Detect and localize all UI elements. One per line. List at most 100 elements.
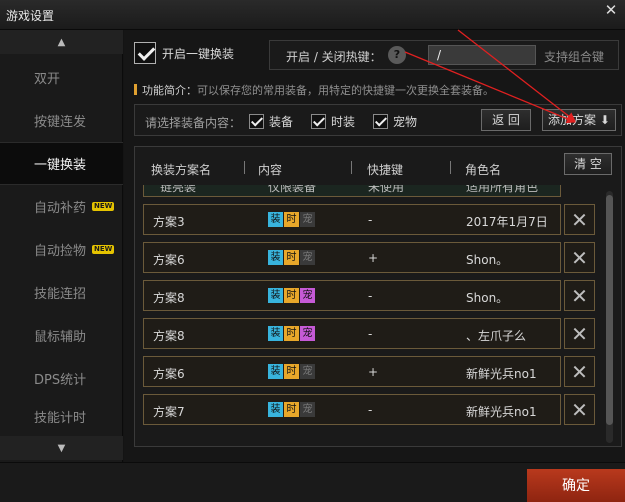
sidebar-scroll-up-icon[interactable]: ▲ [0, 30, 123, 54]
table-row[interactable]: 方案8 装时宠 - 、左爪子么 [143, 318, 561, 349]
sidebar-item-label: 技能连招 [34, 287, 87, 302]
help-icon[interactable]: ? [388, 46, 406, 64]
table-row[interactable]: 方案8 装时宠 - Shon。 [143, 280, 561, 311]
main-panel: 开启一键换装 开启 / 关闭热键： ? 支持组合键 功能简介：可以保存您的常用装… [124, 30, 625, 462]
row-role: Shon。 [466, 291, 509, 305]
add-plan-button[interactable]: 添加方案 ⬇ [542, 109, 616, 131]
table-row[interactable]: 方案6 装时宠 + Shon。 [143, 242, 561, 273]
table-row[interactable]: 方案7 装时宠 - 新鲜光兵no1 [143, 394, 561, 425]
tag-chong: 宠 [300, 402, 315, 417]
sidebar-item-key-repeat[interactable]: 按键连发 [0, 99, 123, 142]
plan-list: 换装方案名 内容 快捷键 角色名 清 空 链亮装 仅限装备 未使用 适用所有角色… [134, 146, 622, 447]
sidebar-item-label: 自动捡物 [34, 244, 87, 259]
row-role: 适用所有角色 [466, 185, 539, 194]
filter-option-pet[interactable]: 宠物 [373, 113, 417, 130]
sidebar-item-dps-stats[interactable]: DPS统计 [0, 357, 123, 400]
enable-quick-swap[interactable]: 开启一键换装 [134, 42, 234, 64]
tag-shi: 时 [284, 250, 299, 265]
tag-zhuang: 装 [268, 364, 283, 379]
hotkey-note: 支持组合键 [544, 50, 605, 64]
delete-row-button[interactable]: ✕ [564, 356, 595, 387]
download-arrow-icon: ⬇ [599, 113, 610, 127]
row-name: 方案6 [153, 253, 185, 267]
hotkey-settings: 开启 / 关闭热键： ? 支持组合键 [269, 40, 619, 70]
sidebar-item-quick-swap[interactable]: 一键换装 [0, 142, 123, 185]
table-row[interactable]: 方案3 装时宠 - 2017年1月7日 [143, 204, 561, 235]
equip-filter-label: 请选择装备内容： [145, 116, 242, 130]
sidebar-item-label: 技能计时 [34, 410, 87, 426]
tag-zhuang: 装 [268, 212, 283, 227]
row-content: 仅限装备 [268, 185, 317, 194]
tag-shi: 时 [284, 364, 299, 379]
option-label: 时装 [331, 115, 356, 129]
tag-shi: 时 [284, 326, 299, 341]
delete-row-button[interactable]: ✕ [564, 280, 595, 311]
list-scrollbar[interactable] [606, 191, 613, 443]
delete-row-button[interactable]: ✕ [564, 204, 595, 235]
sidebar-item-auto-potion[interactable]: 自动补药 NEW [0, 185, 123, 228]
tag-chong: 宠 [300, 364, 315, 379]
row-content-tags: 装时宠 [268, 212, 315, 227]
table-row[interactable]: 方案6 装时宠 + 新鲜光兵no1 [143, 356, 561, 387]
sidebar-item-label: DPS统计 [34, 373, 87, 388]
header-role: 角色名 [465, 163, 502, 177]
sidebar-item-label: 鼠标辅助 [34, 330, 87, 345]
row-role: 新鲜光兵no1 [466, 405, 537, 419]
title-bar: 游戏设置 ✕ [0, 0, 625, 30]
row-name: 链亮装 [160, 185, 197, 194]
table-row-partial[interactable]: 链亮装 仅限装备 未使用 适用所有角色 [143, 185, 561, 197]
intro-title: 功能简介： [142, 84, 197, 97]
back-button[interactable]: 返 回 [481, 109, 531, 131]
pet-checkbox[interactable] [373, 114, 388, 129]
tag-zhuang: 装 [268, 250, 283, 265]
sidebar-scroll-down-icon[interactable]: ▼ [0, 436, 123, 460]
row-content-tags: 装时宠 [268, 288, 315, 303]
tag-zhuang: 装 [268, 326, 283, 341]
add-plan-label: 添加方案 [548, 113, 597, 127]
window-title: 游戏设置 [6, 9, 55, 23]
row-name: 方案6 [153, 367, 185, 381]
new-badge: NEW [92, 202, 115, 211]
intro-marker [134, 84, 137, 95]
sidebar-item-auto-pickup[interactable]: 自动捡物 NEW [0, 228, 123, 271]
close-icon: ✕ [571, 207, 588, 232]
equipment-checkbox[interactable] [249, 114, 264, 129]
filter-option-equipment[interactable]: 装备 [249, 113, 293, 130]
tag-chong: 宠 [300, 326, 315, 341]
new-badge: NEW [92, 245, 115, 254]
close-icon: ✕ [571, 397, 588, 422]
tag-shi: 时 [284, 402, 299, 417]
header-content: 内容 [258, 163, 283, 177]
filter-option-fashion[interactable]: 时装 [311, 113, 355, 130]
tag-zhuang: 装 [268, 402, 283, 417]
enable-label: 开启一键换装 [162, 46, 235, 61]
row-content-tags: 装时宠 [268, 326, 315, 341]
sidebar-item-skill-combo[interactable]: 技能连招 [0, 271, 123, 314]
sidebar-item-skill-timer[interactable]: 技能计时 [0, 400, 123, 432]
option-label: 宠物 [393, 115, 418, 129]
row-hotkey: + [368, 365, 379, 379]
enable-checkbox[interactable] [134, 42, 156, 64]
close-icon: ✕ [571, 321, 588, 346]
delete-row-button[interactable]: ✕ [564, 394, 595, 425]
row-name: 方案7 [153, 405, 185, 419]
tag-zhuang: 装 [268, 288, 283, 303]
intro-text: 可以保存您的常用装备，用特定的快捷键一次更换全套装备。 [197, 84, 494, 97]
row-name: 方案3 [153, 215, 185, 229]
delete-row-button[interactable]: ✕ [564, 242, 595, 273]
sidebar-item-label: 按键连发 [34, 115, 87, 130]
clear-button[interactable]: 清 空 [564, 153, 612, 175]
header-plan-name: 换装方案名 [151, 163, 212, 177]
header-divider [351, 161, 352, 174]
confirm-button[interactable]: 确定 [527, 469, 625, 502]
close-icon[interactable]: ✕ [603, 2, 619, 18]
delete-row-button[interactable]: ✕ [564, 318, 595, 349]
sidebar-item-mouse-assist[interactable]: 鼠标辅助 [0, 314, 123, 357]
footer: 确定 [0, 462, 625, 502]
fashion-checkbox[interactable] [311, 114, 326, 129]
hotkey-label: 开启 / 关闭热键： [286, 50, 382, 64]
hotkey-input[interactable] [428, 45, 536, 65]
tag-chong: 宠 [300, 212, 315, 227]
scrollbar-thumb[interactable] [606, 195, 613, 425]
sidebar-item-dual-open[interactable]: 双开 [0, 56, 123, 99]
